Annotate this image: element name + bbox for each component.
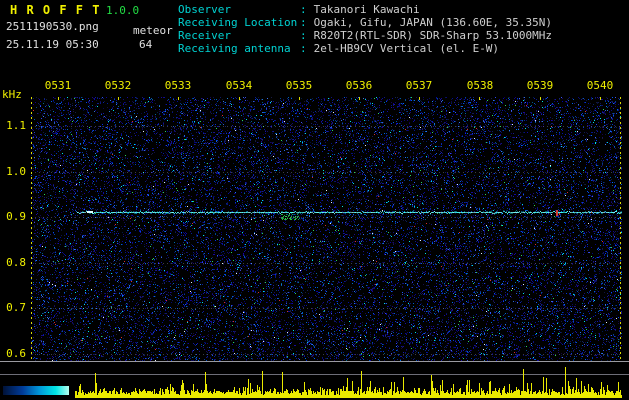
mode-label: meteor	[133, 25, 173, 37]
info-label: Receiver	[178, 29, 300, 42]
app-version: 1.0.0	[106, 5, 139, 17]
freq-tick-label: 0.6	[4, 347, 26, 360]
freq-tick-label: 1.0	[4, 165, 26, 178]
info-row-location: Receiving Location : Ogaki, Gifu, JAPAN …	[178, 16, 552, 29]
info-row-receiver: Receiver : R820T2(RTL-SDR) SDR-Sharp 53.…	[178, 29, 552, 42]
panel-divider-line	[0, 361, 629, 362]
intensity-colorbar	[3, 386, 69, 395]
info-value: R820T2(RTL-SDR) SDR-Sharp 53.1000MHz	[314, 29, 552, 42]
info-colon: :	[300, 42, 307, 55]
time-tick-label: 0534	[217, 79, 261, 92]
timestamp: 25.11.19 05:30	[6, 39, 99, 51]
info-colon: :	[300, 3, 307, 16]
file-name: 2511190530.png	[6, 21, 99, 33]
info-row-antenna: Receiving antenna : 2el-HB9CV Vertical (…	[178, 42, 552, 55]
freq-tick-label: 0.9	[4, 210, 26, 223]
sample-count: 64	[139, 39, 152, 51]
time-tick-label: 0535	[277, 79, 321, 92]
info-value: 2el-HB9CV Vertical (el. E-W)	[314, 42, 499, 55]
info-colon: :	[300, 29, 307, 42]
time-tick-label: 0537	[397, 79, 441, 92]
time-tick-label: 0533	[156, 79, 200, 92]
app-title: H R O F F T	[10, 4, 100, 16]
time-tick-label: 0540	[578, 79, 622, 92]
spectrogram-canvas	[31, 97, 622, 361]
info-value: Takanori Kawachi	[314, 3, 420, 16]
freq-tick-label: 1.1	[4, 119, 26, 132]
time-tick-label: 0539	[518, 79, 562, 92]
time-tick-label: 0531	[36, 79, 80, 92]
info-label: Receiving antenna	[178, 42, 300, 55]
info-row-observer: Observer : Takanori Kawachi	[178, 3, 552, 16]
freq-unit-label: kHz	[2, 89, 22, 101]
station-info: Observer : Takanori Kawachi Receiving Lo…	[178, 3, 552, 55]
info-label: Receiving Location	[178, 16, 300, 29]
info-label: Observer	[178, 3, 300, 16]
info-colon: :	[300, 16, 307, 29]
time-tick-label: 0536	[337, 79, 381, 92]
time-tick-label: 0532	[96, 79, 140, 92]
time-tick-label: 0538	[458, 79, 502, 92]
info-value: Ogaki, Gifu, JAPAN (136.60E, 35.35N)	[314, 16, 552, 29]
freq-tick-label: 0.8	[4, 256, 26, 269]
hrofft-screen: H R O F F T 1.0.0 2511190530.png meteor …	[0, 0, 629, 400]
freq-tick-label: 0.7	[4, 301, 26, 314]
audio-level-canvas	[31, 363, 622, 398]
